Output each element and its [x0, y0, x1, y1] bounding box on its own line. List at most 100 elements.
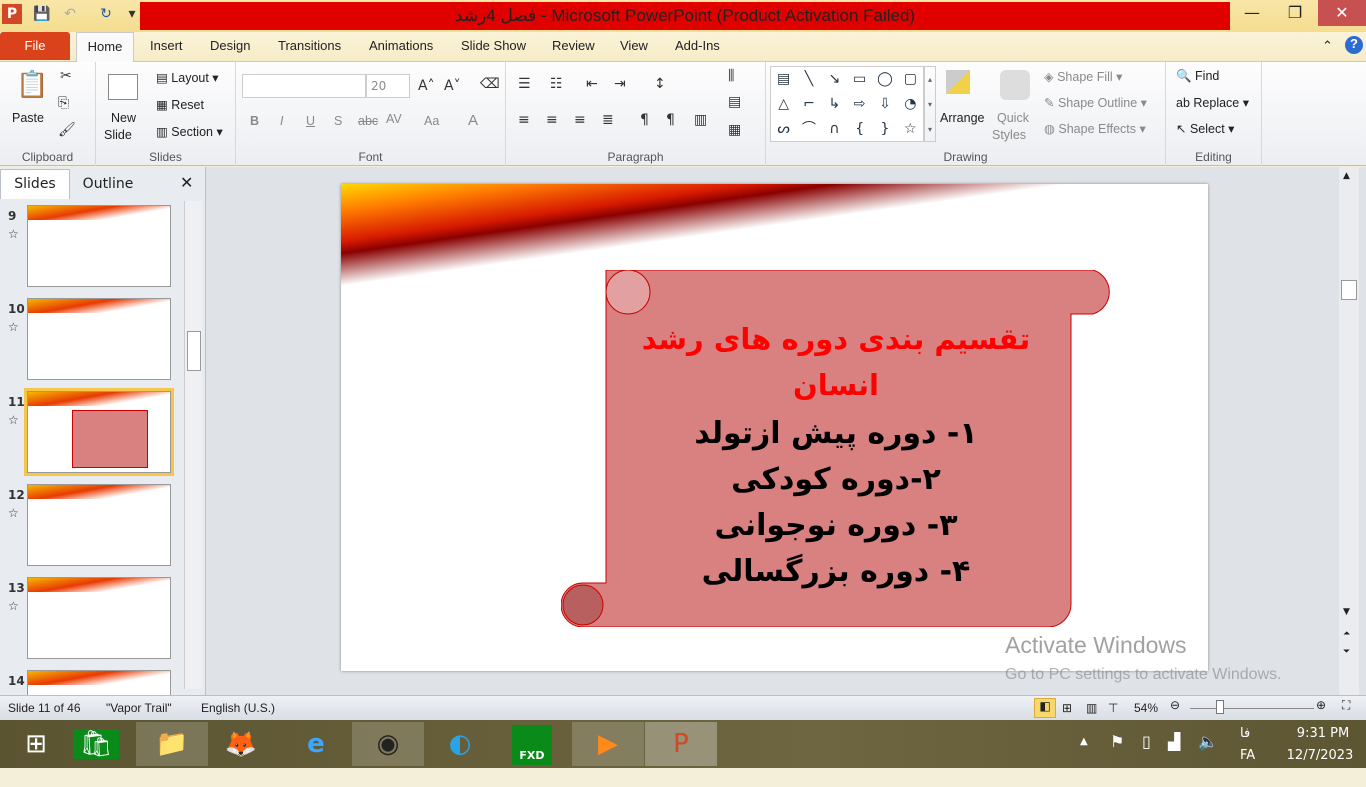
grow-font-icon[interactable]: A˄ — [418, 78, 435, 94]
help-icon[interactable]: ? — [1345, 36, 1363, 54]
language[interactable]: English (U.S.) — [201, 701, 275, 715]
input-language[interactable]: فا — [1240, 726, 1250, 741]
show-hidden-icons-icon[interactable]: ▲ — [1080, 736, 1088, 747]
tab-insert[interactable]: Insert — [150, 38, 183, 53]
numbering-icon[interactable]: ☷ — [550, 76, 563, 92]
select-button[interactable]: ↖ Select ▾ — [1176, 121, 1234, 136]
undo-icon[interactable]: ↶ — [60, 4, 80, 24]
action-center-icon[interactable]: ⚑ — [1110, 732, 1124, 751]
shape-outline-button[interactable]: ✎ Shape Outline ▾ — [1044, 95, 1147, 110]
shape-option[interactable]: ▤ — [771, 67, 796, 92]
slide-thumbnail[interactable] — [24, 388, 174, 476]
format-painter-icon[interactable]: 🖌 — [58, 122, 76, 138]
zoom-level[interactable]: 54% — [1134, 701, 1158, 715]
shape-option[interactable]: ↳ — [822, 92, 847, 117]
customize-quick-access-icon[interactable]: ▾ — [122, 4, 142, 24]
shape-option[interactable]: { — [847, 117, 872, 142]
shape-option[interactable]: ⌐ — [796, 92, 821, 117]
tab-transitions[interactable]: Transitions — [278, 38, 341, 53]
shape-option[interactable]: ∩ — [822, 117, 847, 142]
minimize-button[interactable]: — — [1229, 0, 1275, 26]
slide-canvas[interactable]: تقسیم بندی دوره های رشد انسان ۱- دوره پیش… — [341, 184, 1208, 671]
bold-button[interactable]: B — [250, 114, 259, 128]
close-pane-button[interactable]: ✕ — [180, 173, 193, 192]
paste-button[interactable]: Paste — [12, 111, 44, 125]
previous-slide-icon[interactable]: ⏶ — [1343, 629, 1350, 639]
tab-animations[interactable]: Animations — [369, 38, 433, 53]
tab-slides[interactable]: Slides — [0, 169, 70, 199]
clear-formatting-icon[interactable]: ⌫ — [480, 76, 500, 92]
shrink-font-icon[interactable]: A˅ — [444, 78, 461, 94]
shape-option[interactable]: ☆ — [898, 117, 923, 142]
save-icon[interactable]: 💾 — [32, 4, 52, 24]
shape-option[interactable]: △ — [771, 92, 796, 117]
center-icon[interactable]: ≡ — [546, 112, 558, 128]
shape-option[interactable]: } — [872, 117, 897, 142]
ltr-icon[interactable]: ¶ — [640, 112, 649, 128]
find-button[interactable]: 🔍 Find — [1176, 69, 1219, 84]
shape-fill-button[interactable]: ◈ Shape Fill ▾ — [1044, 69, 1122, 84]
input-language-code[interactable]: FA — [1240, 748, 1255, 763]
shape-effects-button[interactable]: ◍ Shape Effects ▾ — [1044, 121, 1146, 136]
chrome-icon[interactable]: ◉ — [352, 722, 424, 766]
pane-scroll-thumb[interactable] — [187, 331, 201, 371]
arrange-button[interactable]: Arrange — [940, 111, 984, 125]
cut-icon[interactable]: ✂ — [60, 68, 72, 84]
font-color-button[interactable]: A — [468, 112, 478, 129]
shape-option[interactable]: ᔕ — [771, 117, 796, 142]
zoom-slider-thumb[interactable] — [1216, 700, 1224, 714]
tab-outline[interactable]: Outline — [72, 171, 144, 197]
align-left-icon[interactable]: ≡ — [518, 112, 530, 128]
text-direction-icon[interactable]: ⫼ — [728, 68, 734, 84]
shape-option[interactable]: ◯ — [872, 67, 897, 92]
slide-thumbnail[interactable] — [27, 577, 171, 659]
section-button[interactable]: ▥ Section ▾ — [156, 124, 223, 139]
shape-option[interactable]: ↘ — [822, 67, 847, 92]
change-case-button[interactable]: Aa — [424, 114, 439, 128]
smartart-icon[interactable]: ▦ — [728, 122, 741, 138]
scroll-down-icon[interactable]: ▼ — [1343, 607, 1350, 617]
slide-show-icon[interactable]: ⊤ — [1108, 701, 1118, 715]
network-icon[interactable]: ▟ — [1168, 732, 1180, 751]
font-name-input[interactable] — [242, 74, 366, 98]
columns-icon[interactable]: ▥ — [694, 112, 707, 128]
tab-slide-show[interactable]: Slide Show — [461, 38, 526, 53]
zoom-in-icon[interactable]: ⊕ — [1316, 698, 1326, 712]
new-slide-label[interactable]: Slide — [104, 128, 132, 142]
scroll-up-icon[interactable]: ▲ — [1343, 171, 1350, 181]
quick-styles-label[interactable]: Styles — [992, 128, 1026, 142]
replace-button[interactable]: ab Replace ▾ — [1176, 95, 1249, 110]
powerpoint-logo-icon[interactable]: P — [2, 4, 22, 24]
increase-indent-icon[interactable]: ⇥ — [614, 76, 626, 92]
tab-view[interactable]: View — [620, 38, 648, 53]
justify-icon[interactable]: ≣ — [602, 112, 614, 128]
redo-icon[interactable]: ↻ — [96, 4, 116, 24]
shape-option[interactable]: ▢ — [898, 67, 923, 92]
copy-icon[interactable]: ⎘ — [58, 95, 69, 111]
close-button[interactable]: ✕ — [1318, 0, 1366, 26]
new-slide-button[interactable]: New — [111, 111, 136, 125]
line-spacing-icon[interactable]: ↕ — [654, 76, 666, 92]
rtl-icon[interactable]: ¶ — [666, 112, 675, 128]
tab-file[interactable]: File — [0, 32, 70, 60]
next-slide-icon[interactable]: ⏷ — [1343, 647, 1350, 657]
battery-icon[interactable]: ▯ — [1142, 732, 1151, 751]
tab-add-ins[interactable]: Add-Ins — [675, 38, 720, 53]
shape-option[interactable]: ▭ — [847, 67, 872, 92]
clock-time[interactable]: 9:31 PM — [1288, 726, 1358, 741]
volume-icon[interactable]: 🔈 — [1198, 732, 1218, 751]
tab-review[interactable]: Review — [552, 38, 595, 53]
italic-button[interactable]: I — [280, 114, 283, 128]
media-player-icon[interactable]: ▶ — [572, 722, 644, 766]
underline-button[interactable]: U — [306, 114, 315, 128]
quick-styles-button[interactable]: Quick — [997, 111, 1029, 125]
pane-scrollbar[interactable] — [184, 201, 202, 689]
powerpoint-taskbar-icon[interactable]: P — [645, 722, 717, 766]
layout-button[interactable]: ▤ Layout ▾ — [156, 70, 219, 85]
internet-explorer-icon[interactable]: e — [280, 722, 352, 766]
fit-to-window-icon[interactable]: ⛶ — [1342, 698, 1350, 713]
align-text-icon[interactable]: ▤ — [728, 94, 741, 110]
clock-date[interactable]: 12/7/2023 — [1280, 748, 1360, 763]
shadow-button[interactable]: S — [334, 114, 342, 128]
slide-sorter-icon[interactable]: ⊞ — [1062, 701, 1072, 715]
